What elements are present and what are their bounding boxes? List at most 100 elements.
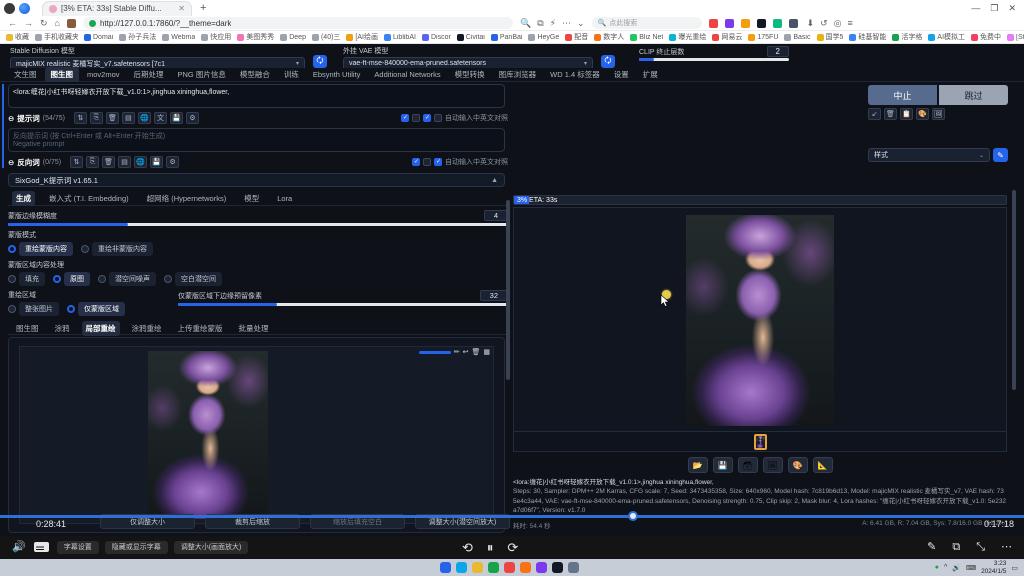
- bookmark-item[interactable]: Domai: [84, 34, 113, 41]
- padding-value[interactable]: 32: [480, 290, 508, 301]
- gallery-button[interactable]: 💾: [713, 457, 733, 473]
- player-option-button[interactable]: 隐藏或显示字幕: [105, 541, 168, 554]
- thumbnail-selected[interactable]: [754, 434, 767, 450]
- radio-option[interactable]: 整张图片: [8, 302, 59, 316]
- browser-menu-icon[interactable]: ↺: [820, 19, 828, 28]
- clip-skip-slider[interactable]: [639, 58, 789, 61]
- extension-icon[interactable]: [67, 19, 76, 28]
- main-tab[interactable]: 模型转换: [449, 67, 491, 82]
- bookmark-item[interactable]: HeyGe: [528, 34, 559, 41]
- option-checkbox[interactable]: [434, 158, 442, 166]
- main-tab[interactable]: Ebsynth Utility: [307, 68, 367, 81]
- option-checkbox[interactable]: [412, 114, 420, 122]
- subtitle-icon[interactable]: [34, 542, 49, 552]
- bookmark-item[interactable]: PanBai: [491, 34, 523, 41]
- styles-dropdown[interactable]: 样式 ⌄: [868, 148, 990, 162]
- edit-styles-button[interactable]: ✎: [993, 148, 1008, 162]
- bookmark-item[interactable]: (40)三: [312, 32, 340, 42]
- radio-option[interactable]: 潜空间噪声: [98, 272, 156, 286]
- canvas-tab[interactable]: 批量处理: [235, 321, 273, 336]
- notification-icon[interactable]: ▭: [1011, 564, 1018, 572]
- main-tab[interactable]: 后期处理: [128, 67, 170, 82]
- browser-menu-icon[interactable]: ⬇: [807, 19, 815, 28]
- radio-option[interactable]: 重绘非蒙版内容: [81, 242, 153, 256]
- bookmark-item[interactable]: 收藏: [6, 32, 29, 42]
- negative-tool-button[interactable]: ▤: [118, 156, 131, 168]
- taskbar-app-icon[interactable]: [440, 562, 451, 573]
- profile-avatar[interactable]: [4, 3, 15, 14]
- option-checkbox[interactable]: [423, 114, 431, 122]
- gallery-button[interactable]: 📐: [813, 457, 833, 473]
- radio-option[interactable]: 原图: [53, 272, 90, 286]
- extension-icon[interactable]: [741, 19, 750, 28]
- prompt-tool-button[interactable]: ⎘: [90, 112, 103, 124]
- new-tab-button[interactable]: +: [200, 2, 206, 14]
- extension-icon[interactable]: [773, 19, 782, 28]
- bookmark-item[interactable]: [Stabl: [1007, 34, 1024, 41]
- bookmark-item[interactable]: 美图秀秀: [237, 32, 274, 42]
- main-tab[interactable]: 扩展: [637, 67, 664, 82]
- taskbar-app-icon[interactable]: [552, 562, 563, 573]
- toolbar-icon[interactable]: ⧉: [537, 19, 543, 28]
- output-preview[interactable]: [513, 207, 1007, 432]
- mask-blur-value[interactable]: 4: [484, 210, 508, 221]
- toolbar-icon[interactable]: ⋯: [562, 19, 571, 28]
- toolbar-icon[interactable]: ⌄: [577, 19, 585, 28]
- tray-volume-icon[interactable]: 🔊: [952, 564, 961, 572]
- bookmark-item[interactable]: 免费中: [971, 32, 1001, 42]
- negative-tool-button[interactable]: 💾: [150, 156, 163, 168]
- browser-tab[interactable]: [3% ETA: 33s] Stable Diffu... ✕: [42, 1, 192, 16]
- playback-button[interactable]: ⟲: [462, 541, 473, 554]
- negative-tool-button[interactable]: 🌐: [134, 156, 147, 168]
- window-control-button[interactable]: —: [971, 3, 980, 14]
- bookmark-item[interactable]: 快应用: [201, 32, 231, 42]
- bookmark-item[interactable]: 活字格: [892, 32, 922, 42]
- trash-icon[interactable]: 🗑: [471, 348, 480, 356]
- gallery-button[interactable]: 📂: [688, 457, 708, 473]
- url-bar[interactable]: http://127.0.0.1:7860/?__theme=dark: [83, 17, 513, 29]
- bookmark-item[interactable]: Discor: [422, 34, 451, 41]
- sub-tab[interactable]: 超网络 (Hypernetworks): [143, 191, 231, 206]
- negative-tool-button[interactable]: ⚙: [166, 156, 179, 168]
- mask-blur-slider[interactable]: [8, 223, 508, 226]
- extension-icon[interactable]: [757, 19, 766, 28]
- prompt-tool-button[interactable]: 文: [154, 112, 167, 124]
- gallery-button[interactable]: 🗃: [738, 457, 758, 473]
- skip-button[interactable]: 跳过: [939, 85, 1008, 105]
- collapse-icon[interactable]: ⊖: [8, 158, 14, 167]
- canvas-tab[interactable]: 涂鸦: [51, 321, 74, 336]
- bookmark-item[interactable]: Bliz Net: [630, 34, 663, 41]
- radio-option[interactable]: 填充: [8, 272, 45, 286]
- bookmark-item[interactable]: 数字人: [594, 32, 624, 42]
- tray-input-icon[interactable]: ⌨: [966, 564, 976, 572]
- tray-expand-icon[interactable]: ^: [944, 564, 947, 571]
- forward-icon[interactable]: →: [24, 19, 33, 28]
- left-scrollbar[interactable]: [506, 200, 510, 380]
- seekbar-knob[interactable]: [628, 511, 638, 521]
- taskbar-app-icon[interactable]: [568, 562, 579, 573]
- taskbar-app-icon[interactable]: [456, 562, 467, 573]
- window-control-button[interactable]: ❐: [990, 3, 998, 14]
- quick-search-box[interactable]: 🔍 点此搜索: [592, 17, 702, 29]
- extension-icon[interactable]: [789, 19, 798, 28]
- sixgod-accordion[interactable]: SixGod_K提示词 v1.65.1 ▲: [8, 173, 505, 187]
- padding-slider[interactable]: [178, 303, 508, 306]
- prompt-tool-button[interactable]: ⚙: [186, 112, 199, 124]
- collapse-icon[interactable]: ⊖: [8, 114, 14, 123]
- canvas-surface[interactable]: [19, 346, 494, 524]
- bookmark-item[interactable]: [AI绘画: [346, 32, 378, 42]
- main-tab[interactable]: Additional Networks: [368, 68, 446, 81]
- option-checkbox[interactable]: [434, 114, 442, 122]
- window-control-button[interactable]: ✕: [1008, 3, 1016, 14]
- bookmark-item[interactable]: Deep: [280, 34, 306, 41]
- taskbar-clock[interactable]: 3:23 2024/1/5: [981, 560, 1006, 576]
- browser-menu-icon[interactable]: ◎: [834, 19, 842, 28]
- negative-tool-button[interactable]: ⇅: [70, 156, 83, 168]
- main-tab[interactable]: 文生图: [8, 67, 43, 82]
- gallery-button[interactable]: 🎨: [788, 457, 808, 473]
- model-refresh-button[interactable]: 🗘: [313, 55, 327, 68]
- player-option-button[interactable]: 字幕设置: [57, 541, 99, 554]
- prompt-tool-button[interactable]: 💾: [170, 112, 183, 124]
- main-tab[interactable]: 模型融合: [234, 67, 276, 82]
- prompt-tool-button[interactable]: 🗑: [106, 112, 119, 124]
